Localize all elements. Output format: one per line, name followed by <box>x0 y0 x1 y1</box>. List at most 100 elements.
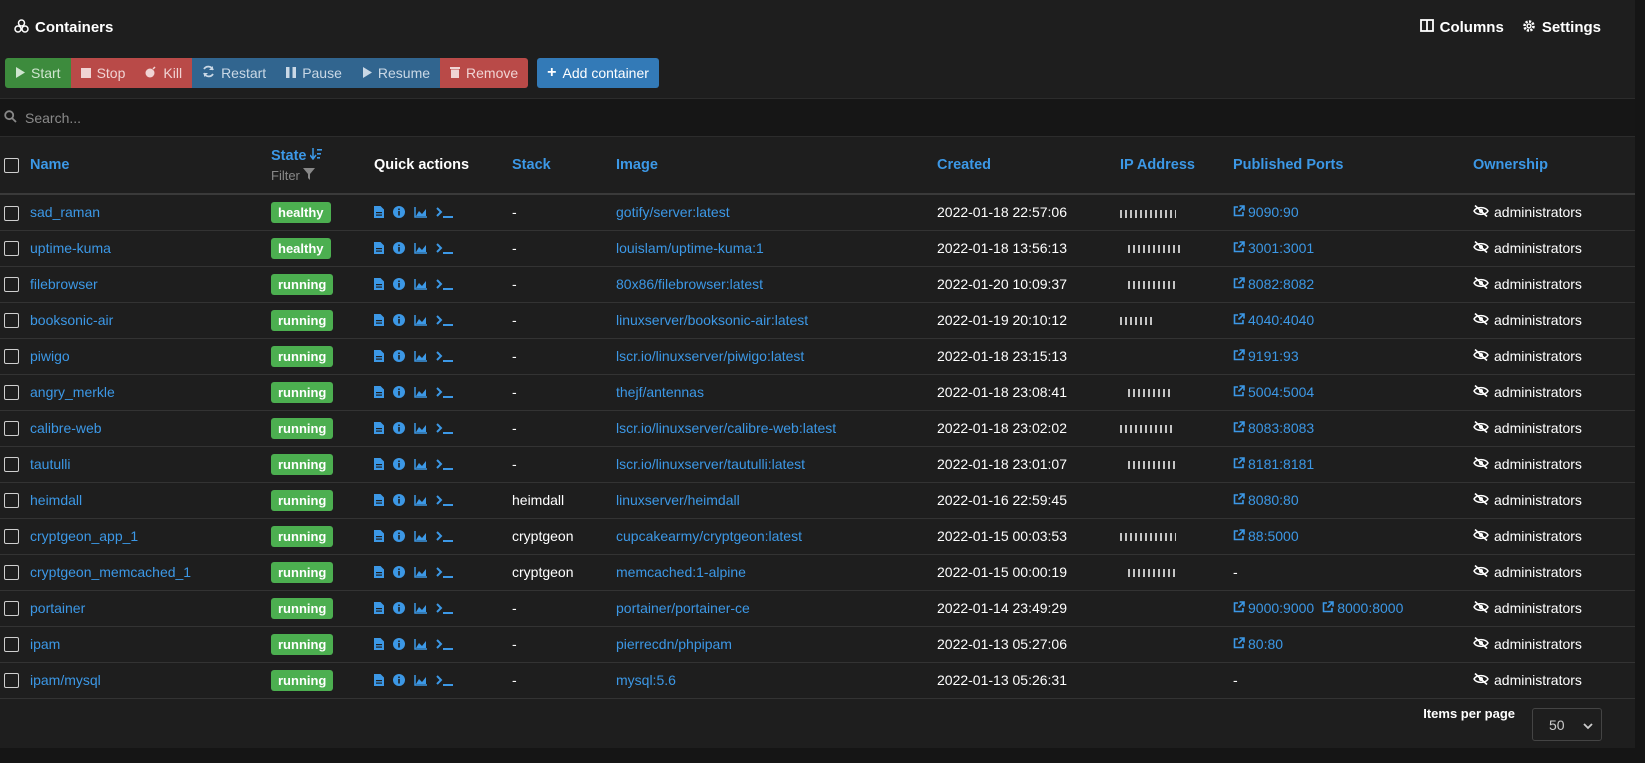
image-link[interactable]: 80x86/filebrowser:latest <box>616 276 763 292</box>
logs-icon[interactable] <box>374 602 384 614</box>
info-icon[interactable] <box>393 242 405 254</box>
add-container-button[interactable]: + Add container <box>537 58 659 88</box>
container-name-link[interactable]: cryptgeon_app_1 <box>30 528 138 544</box>
console-icon[interactable] <box>436 278 454 290</box>
kill-button[interactable]: Kill <box>135 58 193 88</box>
row-checkbox[interactable] <box>4 205 19 221</box>
stats-icon[interactable] <box>414 674 427 686</box>
console-icon[interactable] <box>436 530 454 542</box>
image-link[interactable]: linuxserver/booksonic-air:latest <box>616 312 808 328</box>
logs-icon[interactable] <box>374 422 384 434</box>
info-icon[interactable] <box>393 674 405 686</box>
row-checkbox[interactable] <box>4 637 19 653</box>
row-checkbox[interactable] <box>4 421 19 437</box>
published-port-link[interactable]: 5004:5004 <box>1233 384 1314 400</box>
image-link[interactable]: pierrecdn/phpipam <box>616 636 732 652</box>
pause-button[interactable]: Pause <box>276 58 352 88</box>
published-port-link[interactable]: 88:5000 <box>1233 528 1299 544</box>
stats-icon[interactable] <box>414 494 427 506</box>
console-icon[interactable] <box>436 207 454 218</box>
container-name-link[interactable]: filebrowser <box>30 276 98 292</box>
image-link[interactable]: portainer/portainer-ce <box>616 600 750 616</box>
restart-button[interactable]: Restart <box>192 58 277 88</box>
logs-icon[interactable] <box>374 278 384 290</box>
image-link[interactable]: linuxserver/heimdall <box>616 492 740 508</box>
console-icon[interactable] <box>436 674 454 686</box>
container-name-link[interactable]: booksonic-air <box>30 312 113 328</box>
columns-button[interactable]: Columns <box>1419 19 1504 36</box>
image-link[interactable]: cupcakearmy/cryptgeon:latest <box>616 528 802 544</box>
stats-icon[interactable] <box>414 458 427 470</box>
column-header-name[interactable]: Name <box>30 157 70 173</box>
container-name-link[interactable]: sad_raman <box>30 204 100 220</box>
container-name-link[interactable]: piwigo <box>30 348 70 364</box>
start-button[interactable]: Start <box>5 58 71 88</box>
logs-icon[interactable] <box>374 242 384 254</box>
console-icon[interactable] <box>436 566 454 578</box>
console-icon[interactable] <box>436 458 454 470</box>
published-port-link[interactable]: 80:80 <box>1233 636 1283 652</box>
select-all-checkbox[interactable] <box>4 157 19 173</box>
console-icon[interactable] <box>436 494 454 506</box>
row-checkbox[interactable] <box>4 277 19 293</box>
container-name-link[interactable]: calibre-web <box>30 420 102 436</box>
logs-icon[interactable] <box>374 314 384 326</box>
container-name-link[interactable]: portainer <box>30 600 85 616</box>
info-icon[interactable] <box>393 458 405 470</box>
items-per-page-select[interactable]: 50 <box>1532 708 1602 741</box>
row-checkbox[interactable] <box>4 241 19 257</box>
console-icon[interactable] <box>436 314 454 326</box>
image-link[interactable]: louislam/uptime-kuma:1 <box>616 240 764 256</box>
row-checkbox[interactable] <box>4 457 19 473</box>
stats-icon[interactable] <box>414 566 427 578</box>
column-header-state[interactable]: State <box>271 147 374 164</box>
info-icon[interactable] <box>393 566 405 578</box>
container-name-link[interactable]: tautulli <box>30 456 70 472</box>
stats-icon[interactable] <box>414 350 427 362</box>
published-port-link[interactable]: 9090:90 <box>1233 204 1299 220</box>
container-name-link[interactable]: uptime-kuma <box>30 240 111 256</box>
stop-button[interactable]: Stop <box>70 58 136 88</box>
stats-icon[interactable] <box>414 602 427 614</box>
image-link[interactable]: memcached:1-alpine <box>616 564 746 580</box>
stats-icon[interactable] <box>414 638 427 650</box>
published-port-link[interactable]: 8080:80 <box>1233 492 1299 508</box>
search-input[interactable] <box>25 109 625 126</box>
container-name-link[interactable]: angry_merkle <box>30 384 115 400</box>
published-port-link[interactable]: 9191:93 <box>1233 348 1299 364</box>
logs-icon[interactable] <box>374 350 384 362</box>
column-header-ip[interactable]: IP Address <box>1120 157 1195 173</box>
row-checkbox[interactable] <box>4 349 19 365</box>
info-icon[interactable] <box>393 350 405 362</box>
console-icon[interactable] <box>436 350 454 362</box>
logs-icon[interactable] <box>374 566 384 578</box>
stats-icon[interactable] <box>414 386 427 398</box>
row-checkbox[interactable] <box>4 529 19 545</box>
published-port-link[interactable]: 8000:8000 <box>1322 600 1403 616</box>
container-name-link[interactable]: ipam/mysql <box>30 672 101 688</box>
console-icon[interactable] <box>436 422 454 434</box>
info-icon[interactable] <box>393 494 405 506</box>
stats-icon[interactable] <box>414 422 427 434</box>
info-icon[interactable] <box>393 422 405 434</box>
logs-icon[interactable] <box>374 206 384 219</box>
container-name-link[interactable]: ipam <box>30 636 60 652</box>
info-icon[interactable] <box>393 602 405 614</box>
row-checkbox[interactable] <box>4 673 19 689</box>
stats-icon[interactable] <box>414 206 427 218</box>
image-link[interactable]: lscr.io/linuxserver/tautulli:latest <box>616 456 805 472</box>
stats-icon[interactable] <box>414 314 427 326</box>
column-header-stack[interactable]: Stack <box>512 157 551 173</box>
stats-icon[interactable] <box>414 242 427 254</box>
logs-icon[interactable] <box>374 638 384 650</box>
image-link[interactable]: mysql:5.6 <box>616 672 676 688</box>
published-port-link[interactable]: 8181:8181 <box>1233 456 1314 472</box>
published-port-link[interactable]: 8083:8083 <box>1233 420 1314 436</box>
info-icon[interactable] <box>393 530 405 542</box>
logs-icon[interactable] <box>374 674 384 686</box>
state-filter[interactable]: Filter <box>271 167 374 183</box>
column-header-created[interactable]: Created <box>937 157 991 173</box>
logs-icon[interactable] <box>374 386 384 398</box>
image-link[interactable]: gotify/server:latest <box>616 204 730 220</box>
console-icon[interactable] <box>436 386 454 398</box>
